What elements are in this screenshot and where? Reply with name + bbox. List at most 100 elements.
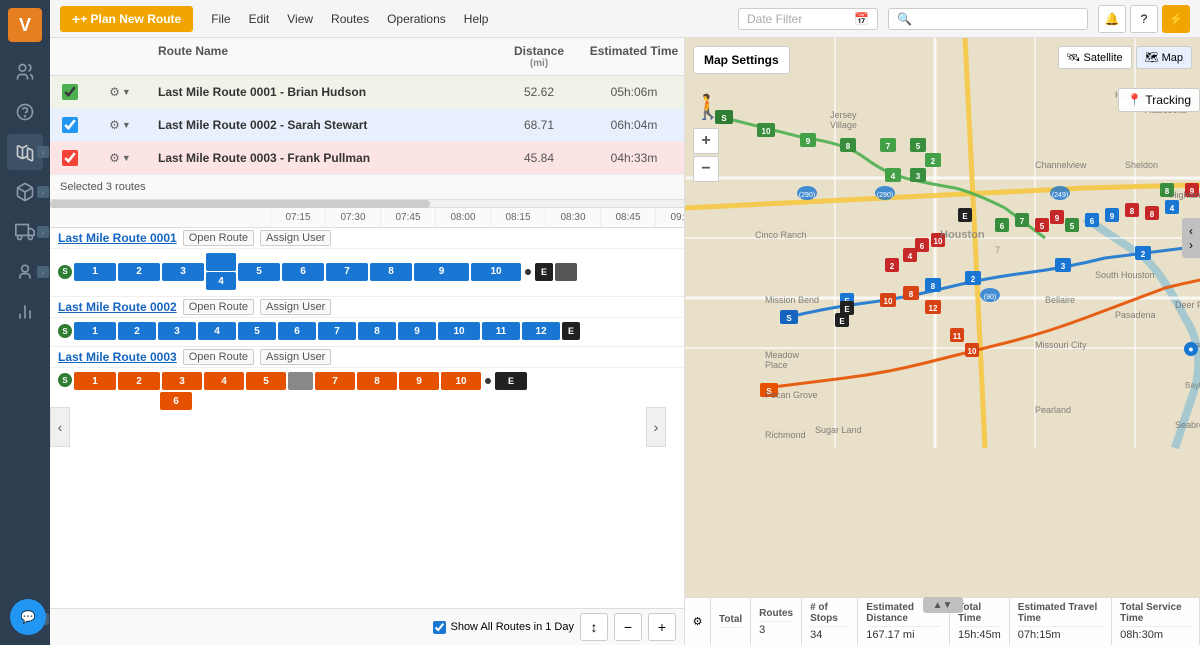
lightning-button[interactable]: ⚡ — [1162, 5, 1190, 33]
satellite-button[interactable]: 🛰 Satellite — [1058, 46, 1132, 69]
route-1-gantt-link[interactable]: Last Mile Route 0001 — [58, 231, 177, 245]
svg-text:E: E — [844, 305, 850, 314]
sidebar-item-team[interactable]: › — [7, 254, 43, 290]
gantt-bar-2-8: 8 — [358, 322, 396, 340]
gantt-next-button[interactable]: › — [646, 407, 666, 447]
collapse-left-button[interactable]: ‹› — [1182, 218, 1200, 258]
selected-info: Selected 3 routes — [50, 175, 684, 200]
route-3-gear[interactable]: ⚙▼ — [90, 151, 150, 165]
plan-new-route-button[interactable]: + + Plan New Route — [60, 6, 193, 32]
gantt-bar-1-3: 3 — [162, 263, 204, 281]
svg-text:E: E — [839, 317, 845, 326]
gantt-bar-1-6: 6 — [282, 263, 324, 281]
svg-text:Jersey: Jersey — [830, 110, 857, 120]
route-3-open-button[interactable]: Open Route — [183, 349, 254, 365]
gantt-bar-2-11: 11 — [482, 322, 520, 340]
zoom-out-button[interactable]: − — [693, 156, 719, 182]
menu-operations[interactable]: Operations — [379, 8, 454, 30]
zoom-out-gantt-button[interactable]: − — [614, 613, 642, 641]
sidebar-item-users[interactable] — [7, 54, 43, 90]
date-filter[interactable]: Date Filter 📅 — [738, 8, 878, 30]
map-background: S 10 9 8 7 5 4 3 2 S E 8 2 3 2 1 — [685, 38, 1200, 645]
menu-routes[interactable]: Routes — [323, 8, 377, 30]
svg-text:7: 7 — [886, 142, 891, 151]
route-3-checkbox[interactable] — [50, 150, 90, 166]
sort-button[interactable]: ↕ — [580, 613, 608, 641]
chat-button[interactable]: 💬 — [10, 599, 46, 635]
time-0815: 08:15 — [490, 208, 545, 227]
time-0715: 07:15 — [270, 208, 325, 227]
gantt-bar-1-end: E — [535, 263, 553, 281]
svg-text:Meadow: Meadow — [765, 350, 800, 360]
sidebar-item-help[interactable] — [7, 94, 43, 130]
sidebar-item-routes[interactable]: › — [7, 134, 43, 170]
scroll-position-indicator[interactable]: ● — [1184, 342, 1198, 356]
route-3-gantt-link[interactable]: Last Mile Route 0003 — [58, 350, 177, 364]
sidebar-expand-box[interactable]: › — [37, 186, 49, 198]
route-2-assign-button[interactable]: Assign User — [260, 299, 331, 315]
search-box[interactable]: 🔍 — [888, 8, 1088, 30]
route-1-assign-button[interactable]: Assign User — [260, 230, 331, 246]
collapse-bottom-button[interactable]: ▲▼ — [923, 597, 963, 613]
sidebar-expand-truck[interactable]: › — [37, 226, 49, 238]
gantt-timeline: 07:15 07:30 07:45 08:00 08:15 08:30 08:4… — [50, 208, 684, 228]
col-route-name: Route Name — [150, 44, 494, 69]
calendar-icon[interactable]: 📅 — [854, 12, 869, 26]
svg-text:Mission Bend: Mission Bend — [765, 295, 819, 305]
gantt-bar-1-5: 5 — [238, 263, 280, 281]
svg-text:8: 8 — [846, 142, 851, 151]
stats-stops-col: # of Stops 34 — [802, 598, 858, 645]
svg-text:9: 9 — [806, 137, 811, 146]
gantt-prev-button[interactable]: ‹ — [50, 407, 70, 447]
svg-text:Place: Place — [765, 360, 788, 370]
route-2-gantt-link[interactable]: Last Mile Route 0002 — [58, 300, 177, 314]
sidebar-item-truck[interactable]: › — [7, 214, 43, 250]
horizontal-scrollbar[interactable] — [50, 200, 684, 208]
svg-text:Sheldon: Sheldon — [1125, 160, 1158, 170]
svg-text:11: 11 — [953, 332, 962, 341]
svg-text:(290): (290) — [799, 192, 815, 199]
person-icon[interactable]: 🚶 — [693, 93, 723, 122]
route-1-gear[interactable]: ⚙▼ — [90, 85, 150, 99]
menu-edit[interactable]: Edit — [241, 8, 278, 30]
gantt-bar-2-10: 10 — [438, 322, 480, 340]
svg-text:5: 5 — [1040, 222, 1045, 231]
menu-help[interactable]: Help — [456, 8, 497, 30]
total-time-label: Total Time — [958, 602, 1001, 627]
sidebar-expand-team[interactable]: › — [37, 266, 49, 278]
svg-text:5: 5 — [916, 142, 921, 151]
map-settings-label[interactable]: Map Settings — [693, 46, 790, 74]
route-2-gear[interactable]: ⚙▼ — [90, 118, 150, 132]
svg-text:Deer Park: Deer Park — [1175, 300, 1200, 310]
show-all-routes-toggle[interactable]: Show All Routes in 1 Day — [433, 621, 574, 634]
route-1-open-button[interactable]: Open Route — [183, 230, 254, 246]
menu-file[interactable]: File — [203, 8, 238, 30]
stats-gear-icon[interactable]: ⚙ — [685, 598, 711, 645]
help-button[interactable]: ? — [1130, 5, 1158, 33]
topbar-menu: File Edit View Routes Operations Help — [203, 8, 496, 30]
svg-text:9: 9 — [1110, 212, 1115, 221]
notification-button[interactable]: 🔔 — [1098, 5, 1126, 33]
sidebar-expand[interactable]: › — [37, 146, 49, 158]
map-button[interactable]: 🗺 Map — [1136, 46, 1192, 69]
route-3-distance: 45.84 — [494, 151, 584, 165]
route-3-assign-button[interactable]: Assign User — [260, 349, 331, 365]
route-2-checkbox[interactable] — [50, 117, 90, 133]
zoom-in-gantt-button[interactable]: + — [648, 613, 676, 641]
svg-text:7: 7 — [995, 245, 1000, 255]
gantt-bar-1-extra — [555, 263, 577, 281]
app-logo[interactable]: V — [8, 8, 42, 42]
gantt-bar-1-7: 7 — [326, 263, 368, 281]
sidebar-item-chart[interactable] — [7, 294, 43, 330]
col-distance: Distance (mi) — [494, 44, 584, 69]
time-0845: 08:45 — [600, 208, 655, 227]
map-panel: S 10 9 8 7 5 4 3 2 S E 8 2 3 2 1 — [685, 38, 1200, 645]
route-2-open-button[interactable]: Open Route — [183, 299, 254, 315]
sidebar-item-box[interactable]: › — [7, 174, 43, 210]
menu-view[interactable]: View — [279, 8, 321, 30]
tracking-panel[interactable]: 📍 Tracking — [1118, 88, 1200, 112]
zoom-in-button[interactable]: + — [693, 128, 719, 154]
stats-total-col: Total — [711, 598, 751, 645]
route-1-checkbox[interactable] — [50, 84, 90, 100]
svg-text:Sugar Land: Sugar Land — [815, 425, 862, 435]
